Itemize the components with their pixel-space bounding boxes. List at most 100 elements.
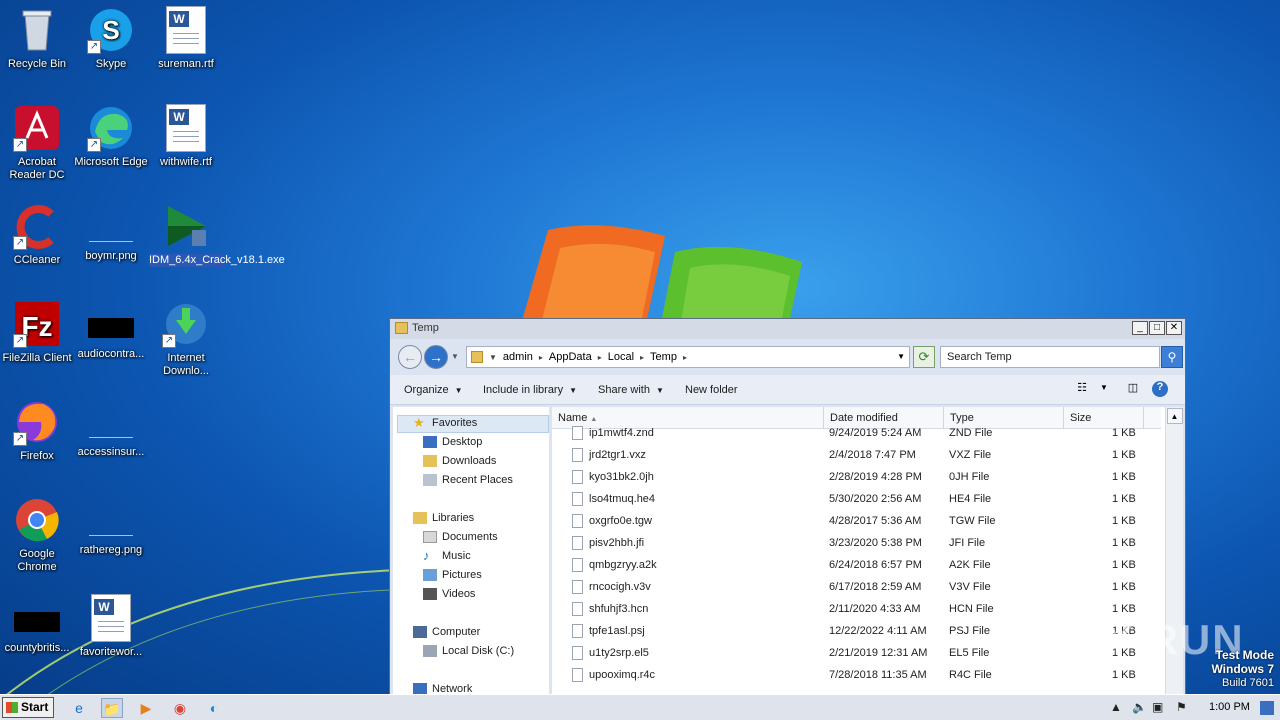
clock[interactable]: 1:00 PM: [1209, 701, 1250, 713]
file-icon: [572, 514, 583, 528]
address-dropdown-icon[interactable]: ▼: [897, 352, 905, 361]
media-player-icon[interactable]: ▶: [135, 698, 157, 718]
nav-item-downloads[interactable]: Downloads: [423, 455, 496, 467]
explorer-taskbar-icon[interactable]: 📁: [101, 698, 123, 718]
nav-item-desktop[interactable]: Desktop: [423, 436, 482, 448]
desktop-icon-internet-download-manager[interactable]: ↗ Internet Downlo...: [149, 300, 223, 378]
search-input[interactable]: Search Temp: [940, 346, 1160, 368]
file-row[interactable]: oxgrfo0e.tgw 4/28/2017 5:36 AM TGW File 1 K…: [552, 511, 1161, 533]
close-button[interactable]: ✕: [1166, 321, 1182, 335]
view-dropdown-icon[interactable]: ▼: [1095, 383, 1113, 399]
desktop-icon-label: Google Chrome: [17, 548, 57, 573]
desktop-icon-sureman-rtf[interactable]: W sureman.rtf: [149, 6, 223, 71]
nav-item-pictures[interactable]: Pictures: [423, 569, 482, 581]
chrome-taskbar-icon[interactable]: ◉: [169, 698, 191, 718]
breadcrumb-local[interactable]: Local: [608, 351, 634, 364]
network-tray-icon[interactable]: ▣: [1152, 700, 1163, 714]
chevron-right-icon[interactable]: ▸: [598, 351, 602, 364]
file-row[interactable]: rncocigh.v3v 6/17/2018 2:59 AM V3V File 1 K…: [552, 577, 1161, 599]
desktop-icon-countybritis[interactable]: countybritis...: [0, 594, 74, 655]
search-icon[interactable]: ⚲: [1161, 346, 1183, 368]
file-row[interactable]: upooximq.r4c 7/28/2018 11:35 AM R4C File 1 …: [552, 665, 1161, 687]
back-button[interactable]: ←: [398, 345, 422, 369]
breadcrumb-temp[interactable]: Temp: [650, 351, 677, 364]
file-icon: [572, 580, 583, 594]
desktop-icon-ccleaner[interactable]: ↗ CCleaner: [0, 202, 74, 267]
documents-icon: [423, 531, 437, 543]
forward-button[interactable]: →: [424, 345, 448, 369]
file-row[interactable]: qmbgzryy.a2k 6/24/2018 6:57 PM A2K File 1 K…: [552, 555, 1161, 577]
preview-pane-icon[interactable]: ◫: [1124, 381, 1142, 397]
installer-icon: [162, 202, 210, 250]
file-row[interactable]: lso4tmuq.he4 5/30/2020 2:56 AM HE4 File 1 K…: [552, 489, 1161, 511]
action-center-flag-icon[interactable]: ⚑: [1176, 700, 1187, 714]
show-hidden-icons-icon[interactable]: ▲: [1110, 700, 1122, 714]
file-icon: [572, 492, 583, 506]
scroll-up-icon[interactable]: ▲: [1166, 408, 1183, 424]
file-type: A2K File: [949, 559, 991, 571]
wallpaper-windows-logo: [520, 225, 802, 328]
organize-button[interactable]: Organize ▼: [404, 384, 463, 396]
desktop-icon-edge[interactable]: ↗ Microsoft Edge: [74, 104, 148, 169]
refresh-button[interactable]: ⟳: [913, 346, 935, 368]
address-bar[interactable]: ▼ admin ▸ AppData ▸ Local ▸ Temp ▸ ▼: [466, 346, 910, 368]
edge-taskbar-icon[interactable]: ◐: [203, 698, 225, 718]
include-in-library-button[interactable]: Include in library ▼: [483, 384, 577, 396]
desktop-icon-chrome[interactable]: Google Chrome: [0, 496, 74, 574]
desktop-icon-audiocontra[interactable]: audiocontra...: [74, 300, 148, 361]
nav-item-documents[interactable]: Documents: [423, 531, 498, 543]
desktop-icon-recycle-bin[interactable]: Recycle Bin: [0, 6, 74, 71]
desktop-icon-withwife-rtf[interactable]: W withwife.rtf: [149, 104, 223, 169]
recent-pages-dropdown[interactable]: ▼: [451, 352, 459, 361]
view-options-icon[interactable]: ☷: [1073, 381, 1091, 397]
file-date: 2/28/2019 4:28 PM: [829, 471, 922, 483]
internet-explorer-icon[interactable]: e: [68, 698, 90, 718]
desktop-icon-favoritewor[interactable]: W favoritewor...: [74, 594, 148, 659]
desktop-icon-skype[interactable]: S ↗ Skype: [74, 6, 148, 71]
nav-item-local-disk[interactable]: Local Disk (C:): [423, 645, 514, 657]
desktop-icon-label: Recycle Bin: [7, 58, 67, 70]
nav-item-computer[interactable]: Computer: [413, 626, 480, 638]
file-date: 5/30/2020 2:56 AM: [829, 493, 922, 505]
chevron-right-icon[interactable]: ▸: [640, 351, 644, 364]
file-row[interactable]: ip1mwtf4.znd 9/24/2019 5:24 AM ZND File 1 K…: [552, 423, 1161, 445]
nav-item-music[interactable]: ♪ Music: [423, 549, 471, 562]
desktop-icon-idm-crack[interactable]: IDM_6.4x_Crack_v18.1.exe: [149, 202, 285, 267]
file-row[interactable]: pisv2hbh.jfi 3/23/2020 5:38 PM JFI File 1 K…: [552, 533, 1161, 555]
help-icon[interactable]: ?: [1152, 381, 1168, 397]
file-date: 3/23/2020 5:38 PM: [829, 537, 922, 549]
desktop-icon-acrobat[interactable]: ↗ Acrobat Reader DC: [0, 104, 74, 182]
file-type: V3V File: [949, 581, 991, 593]
file-row[interactable]: jrd2tgr1.vxz 2/4/2018 7:47 PM VXZ File 1 KB: [552, 445, 1161, 467]
word-document-icon: W: [162, 6, 210, 54]
command-bar: Organize ▼ Include in library ▼ Share with…: [390, 375, 1185, 405]
nav-item-recent-places[interactable]: Recent Places: [423, 474, 513, 486]
file-type: ZND File: [949, 427, 993, 439]
file-date: 9/24/2019 5:24 AM: [829, 427, 922, 439]
file-row[interactable]: kyo31bk2.0jh 2/28/2019 4:28 PM 0JH File 1 K…: [552, 467, 1161, 489]
minimize-button[interactable]: _: [1132, 321, 1148, 335]
new-folder-button[interactable]: New folder: [685, 384, 738, 396]
breadcrumb-admin[interactable]: admin: [503, 351, 533, 364]
desktop-icon-firefox[interactable]: ↗ Firefox: [0, 398, 74, 463]
title-bar[interactable]: Temp _ □ ✕: [390, 319, 1185, 339]
show-desktop-icon[interactable]: [1260, 701, 1274, 715]
nav-item-favorites[interactable]: ★ Favorites: [413, 416, 477, 429]
chevron-right-icon[interactable]: ▸: [539, 351, 543, 364]
desktop-icon-rathereg-png[interactable]: rathereg.png: [74, 496, 148, 557]
desktop-icon-boymr-png[interactable]: boymr.png: [74, 202, 148, 263]
nav-item-libraries[interactable]: Libraries: [413, 512, 474, 524]
desktop-icon-label: sureman.rtf: [158, 58, 214, 70]
maximize-button[interactable]: □: [1149, 321, 1165, 335]
chevron-right-icon[interactable]: ▼: [489, 351, 497, 364]
file-type: VXZ File: [949, 449, 992, 461]
desktop-icon-filezilla[interactable]: Fz ↗ FileZilla Client: [0, 300, 74, 365]
shortcut-arrow-icon: ↗: [13, 138, 27, 152]
share-with-button[interactable]: Share with ▼: [598, 384, 664, 396]
breadcrumb-appdata[interactable]: AppData: [549, 351, 592, 364]
chevron-right-icon[interactable]: ▸: [683, 351, 687, 364]
start-button[interactable]: Start: [2, 697, 54, 718]
volume-icon[interactable]: 🔈: [1132, 700, 1147, 714]
nav-item-videos[interactable]: Videos: [423, 588, 475, 600]
desktop-icon-accessinsur[interactable]: accessinsur...: [74, 398, 148, 459]
